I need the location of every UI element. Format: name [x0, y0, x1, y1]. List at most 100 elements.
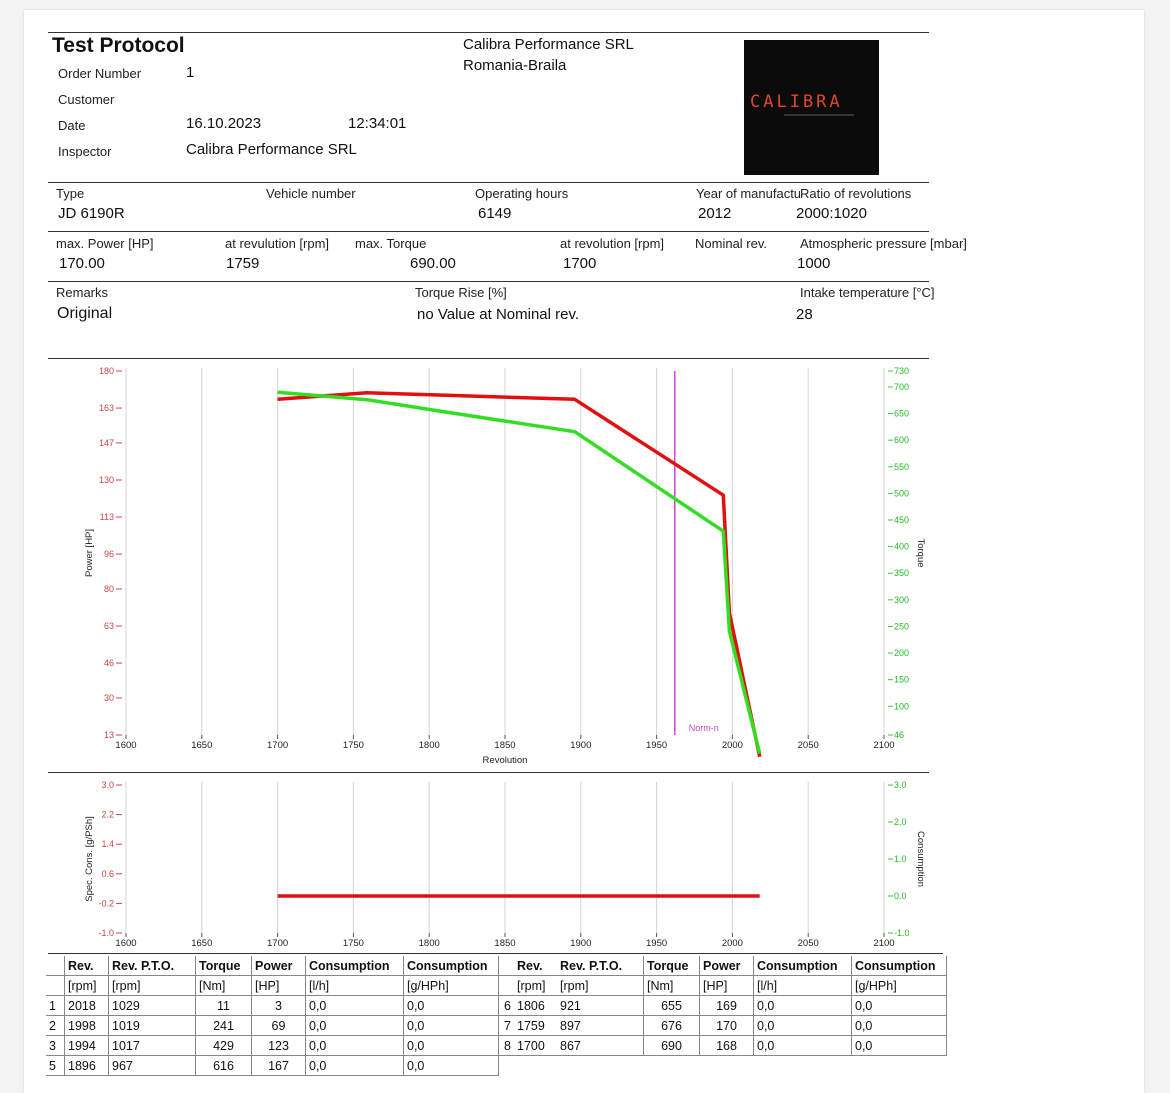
y2-tick-label: 730 [894, 366, 909, 376]
table-cell: 0,0 [851, 995, 947, 1016]
y-tick-label: -0.2 [98, 898, 114, 908]
col-header: Consumption [403, 956, 499, 976]
table-cell: 429 [195, 1035, 252, 1056]
y2-tick-label: 3.0 [894, 780, 907, 790]
y2-tick-label: 2.0 [894, 817, 907, 827]
x-tick-label: 1650 [191, 938, 212, 949]
y2-tick-label: 450 [894, 515, 909, 525]
company-name: Calibra Performance SRL [463, 36, 634, 53]
y2-tick-label: 600 [894, 435, 909, 445]
x-tick-label: 1600 [115, 740, 136, 751]
data-table-left: Rev. Rev. P.T.O. Torque Power Consumptio… [46, 956, 499, 1076]
x-tick-label: 1800 [419, 938, 440, 949]
table-cell: 0,0 [403, 1015, 499, 1036]
index-header [494, 956, 514, 976]
table-cell: 169 [699, 995, 754, 1016]
x-tick-label: 1800 [419, 740, 440, 751]
order-label: Order Number [58, 66, 142, 81]
table-cell: 1998 [64, 1015, 109, 1036]
y2-tick-label: 550 [894, 462, 909, 472]
y2-tick-label: 350 [894, 568, 909, 578]
page-title: Test Protocol [52, 34, 185, 57]
y2-tick-label: 500 [894, 488, 909, 498]
x-tick-label: 2100 [873, 938, 894, 949]
table-cell: 0,0 [403, 1055, 499, 1076]
table-row: 8 1700 867 690 168 0,0 0,0 [494, 1035, 947, 1056]
x-tick-label: 1650 [191, 740, 212, 751]
table-row: 2 1998 1019 241 69 0,0 0,0 [46, 1015, 499, 1036]
logo-underline [784, 114, 854, 116]
nominal-rev-label: Nominal rev. [695, 236, 768, 251]
torque-rise-value: no Value at Nominal rev. [417, 306, 580, 323]
pressure-value: 1000 [797, 255, 831, 272]
y2-axis-label: Torque [915, 538, 926, 567]
type-label: Type [56, 186, 85, 201]
time-value: 12:34:01 [348, 115, 407, 132]
col-unit: [g/HPh] [851, 975, 947, 996]
col-unit: [l/h] [305, 975, 404, 996]
table-cell: 1896 [64, 1055, 109, 1076]
pressure-label: Atmospheric pressure [mbar] [800, 236, 967, 251]
max-torque-label: max. Torque [355, 236, 427, 251]
row-index: 7 [494, 1015, 514, 1036]
customer-label: Customer [58, 92, 115, 107]
y-tick-label: 147 [99, 438, 114, 448]
x-tick-label: 2000 [722, 938, 743, 949]
x-tick-label: 2050 [798, 938, 819, 949]
remarks-label: Remarks [56, 285, 109, 300]
vehicle-number-label: Vehicle number [266, 186, 356, 201]
y2-tick-label: -1.0 [894, 928, 910, 938]
x-tick-label: 1700 [267, 740, 288, 751]
calibra-logo: CALIBRA [744, 40, 879, 175]
col-unit: [HP] [251, 975, 306, 996]
y2-tick-label: 200 [894, 648, 909, 658]
index-unit [494, 975, 514, 996]
ratio-label: Ratio of revolutions [800, 186, 912, 201]
at-rev-label-2: at revolution [rpm] [560, 236, 665, 251]
inspector-label: Inspector [58, 144, 112, 159]
y2-tick-label: 150 [894, 675, 909, 685]
row-index: 2 [46, 1015, 65, 1036]
col-header: Consumption [851, 956, 947, 976]
x-tick-label: 1850 [494, 740, 515, 751]
col-unit: [Nm] [643, 975, 700, 996]
y2-axis-label: Consumption [915, 831, 926, 887]
table-row: 7 1759 897 676 170 0,0 0,0 [494, 1015, 947, 1036]
x-axis-label: Revolution [483, 755, 528, 766]
table-cell: 655 [643, 995, 700, 1016]
header-row: Rev. Rev. P.T.O. Torque Power Consumptio… [494, 956, 947, 976]
table-cell: 1700 [514, 1035, 557, 1056]
col-header: Consumption [305, 956, 404, 976]
table-cell: 867 [557, 1035, 644, 1056]
col-header: Rev. [514, 956, 557, 976]
at-rev-value-2: 1700 [563, 255, 597, 272]
table-cell: 0,0 [305, 995, 404, 1016]
y-tick-label: 1.4 [101, 839, 114, 849]
x-tick-label: 1950 [646, 938, 667, 949]
table-cell: 0,0 [305, 1035, 404, 1056]
y2-tick-label: 0.0 [894, 891, 907, 901]
hours-label: Operating hours [475, 186, 569, 201]
col-unit: [rpm] [557, 975, 644, 996]
ratio-value: 2000:1020 [796, 205, 867, 222]
order-value: 1 [186, 64, 195, 81]
table-cell: 1029 [108, 995, 196, 1016]
y-axis-label: Power [HP] [84, 529, 95, 577]
intake-temp-label: Intake temperature [°C] [800, 285, 935, 300]
y-tick-label: -1.0 [98, 928, 114, 938]
col-header: Power [699, 956, 754, 976]
table-cell: 0,0 [753, 1015, 852, 1036]
col-unit: [rpm] [108, 975, 196, 996]
table-cell: 897 [557, 1015, 644, 1036]
y2-tick-label: 650 [894, 409, 909, 419]
table-cell: 0,0 [851, 1015, 947, 1036]
rule-7 [48, 953, 943, 954]
unit-row: [rpm] [rpm] [Nm] [HP] [l/h] [g/HPh] [46, 975, 499, 996]
col-header: Torque [195, 956, 252, 976]
rule-2 [48, 182, 929, 183]
inspector-value: Calibra Performance SRL [186, 141, 357, 158]
nominal-rev-label: Norm-n [689, 723, 719, 733]
table-cell: 921 [557, 995, 644, 1016]
table-cell: 123 [251, 1035, 306, 1056]
y-tick-label: 80 [104, 584, 114, 594]
